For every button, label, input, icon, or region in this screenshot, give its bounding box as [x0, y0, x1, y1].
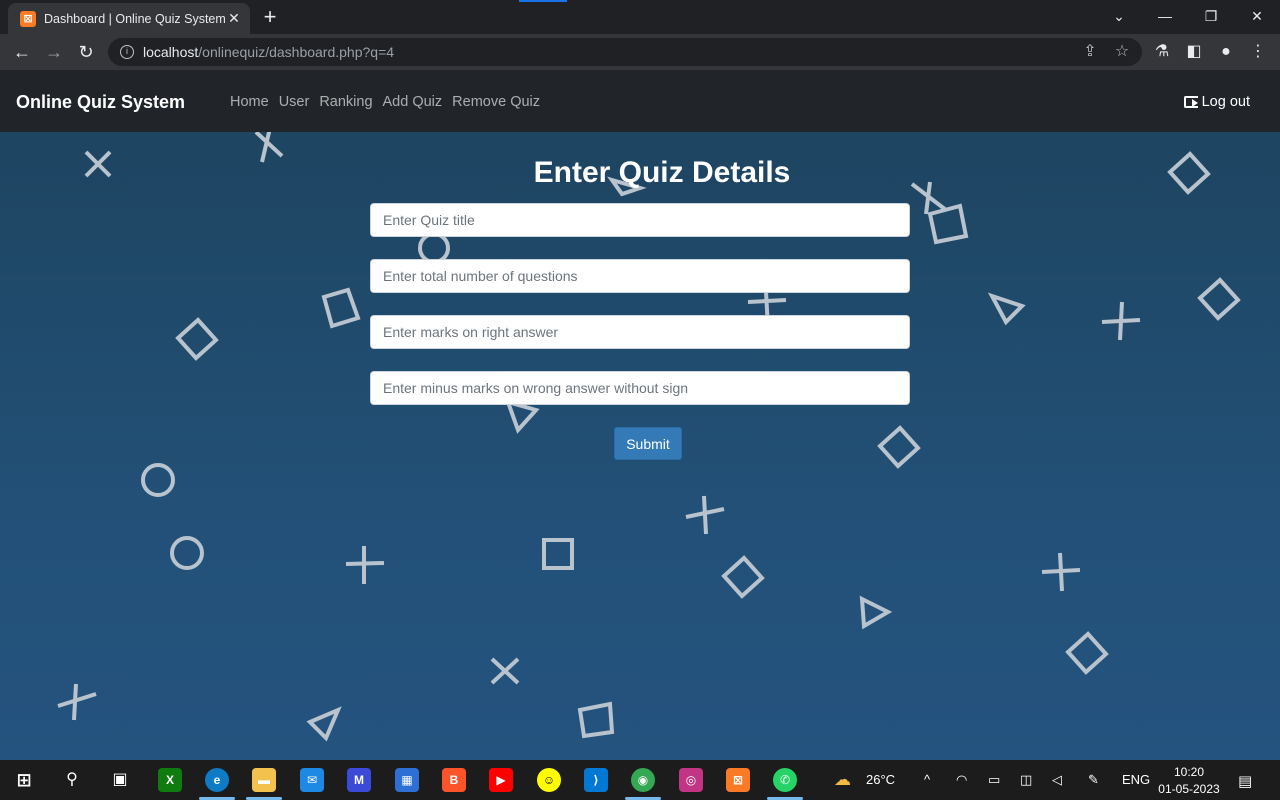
- back-icon[interactable]: ←: [10, 40, 34, 64]
- windows-taskbar: ⊞ ⚲ ▣ X e ▬ ✉ M ▦ B ▶ ☺ ⟩ ◉ ◎ ⊠ ✆ ☁ 26°C…: [0, 760, 1280, 800]
- nav-user[interactable]: User: [279, 94, 310, 110]
- new-tab-icon[interactable]: +: [258, 5, 282, 29]
- search-icon[interactable]: ⚲: [60, 768, 84, 792]
- submit-button[interactable]: Submit: [614, 427, 682, 460]
- microsoft-store-icon[interactable]: ▦: [395, 768, 419, 792]
- xampp-icon[interactable]: ⊠: [726, 768, 750, 792]
- tab-close-icon[interactable]: ✕: [226, 10, 242, 27]
- language-indicator[interactable]: ENG: [1122, 772, 1150, 787]
- weather-temp[interactable]: 26°C: [866, 772, 895, 787]
- browser-toolbar: ← → ↻ i localhost/onlinequiz/dashboard.p…: [0, 34, 1280, 70]
- main-content: Enter Quiz Details Submit: [0, 132, 1280, 760]
- bookmark-star-icon[interactable]: ☆: [1110, 40, 1134, 64]
- brand-title[interactable]: Online Quiz System: [16, 92, 185, 113]
- wrong-answer-marks-input[interactable]: [370, 371, 910, 405]
- profile-avatar-icon[interactable]: ●: [1214, 40, 1238, 64]
- minimize-icon[interactable]: —: [1150, 4, 1180, 28]
- instagram-icon[interactable]: ◎: [679, 768, 703, 792]
- app-navbar: Online Quiz System Home User Ranking Add…: [0, 70, 1280, 132]
- xampp-favicon-icon: ⊠: [20, 10, 36, 27]
- tab-strip-accent: [519, 0, 567, 2]
- nav-remove-quiz[interactable]: Remove Quiz: [452, 94, 540, 110]
- share-icon[interactable]: ⇪: [1078, 40, 1102, 64]
- labs-flask-icon[interactable]: ⚗: [1150, 40, 1174, 64]
- nav-ranking[interactable]: Ranking: [319, 94, 372, 110]
- windows-start-icon[interactable]: ⊞: [12, 768, 36, 792]
- logout-icon: [1183, 96, 1198, 108]
- right-answer-marks-input[interactable]: [370, 315, 910, 349]
- notifications-icon[interactable]: ▤: [1238, 772, 1252, 790]
- camera-icon[interactable]: ◫: [1020, 772, 1032, 788]
- weather-icon[interactable]: ☁: [834, 770, 851, 790]
- app-icon[interactable]: M: [347, 768, 371, 792]
- edge-icon[interactable]: e: [205, 768, 229, 792]
- menu-kebab-icon[interactable]: ⋮: [1246, 40, 1270, 64]
- logout-button[interactable]: Log out: [1183, 94, 1250, 110]
- clock-time: 10:20: [1173, 765, 1205, 779]
- forward-icon[interactable]: →: [42, 40, 66, 64]
- close-window-icon[interactable]: ✕: [1242, 4, 1272, 28]
- reload-icon[interactable]: ↻: [74, 40, 98, 64]
- chrome-dev-icon[interactable]: ◉: [631, 768, 655, 792]
- restore-icon[interactable]: ❐: [1196, 4, 1226, 28]
- clock[interactable]: 10:20 01-05-2023: [1154, 764, 1224, 798]
- form-title: Enter Quiz Details: [533, 156, 791, 189]
- show-hidden-icons-icon[interactable]: ^: [924, 772, 930, 787]
- clock-date: 01-05-2023: [1158, 782, 1220, 796]
- tab-title: Dashboard | Online Quiz System: [44, 11, 226, 26]
- logout-label: Log out: [1201, 94, 1250, 110]
- battery-icon[interactable]: ▭: [988, 772, 1000, 788]
- volume-icon[interactable]: ◁: [1052, 772, 1062, 788]
- nav-home[interactable]: Home: [230, 94, 269, 110]
- file-explorer-icon[interactable]: ▬: [252, 768, 276, 792]
- xbox-icon[interactable]: X: [158, 768, 182, 792]
- pen-icon[interactable]: ✎: [1088, 772, 1099, 788]
- network-icon[interactable]: ◠: [956, 772, 967, 788]
- url-host: localhost: [143, 44, 199, 60]
- brave-icon[interactable]: B: [442, 768, 466, 792]
- task-view-icon[interactable]: ▣: [108, 768, 132, 792]
- browser-tab-bar: ⊠ Dashboard | Online Quiz System ✕ + ⌄ —…: [0, 0, 1280, 34]
- site-info-icon[interactable]: i: [120, 45, 134, 59]
- youtube-icon[interactable]: ▶: [489, 768, 513, 792]
- nav-links: Home User Ranking Add Quiz Remove Quiz: [230, 94, 540, 110]
- address-bar[interactable]: i localhost/onlinequiz/dashboard.php?q=4: [108, 38, 1142, 66]
- total-questions-input[interactable]: [370, 259, 910, 293]
- vscode-icon[interactable]: ⟩: [584, 768, 608, 792]
- quiz-title-input[interactable]: [370, 203, 910, 237]
- nav-add-quiz[interactable]: Add Quiz: [383, 94, 443, 110]
- snapchat-icon[interactable]: ☺: [537, 768, 561, 792]
- url-path: /onlinequiz/dashboard.php?q=4: [198, 44, 395, 60]
- whatsapp-icon[interactable]: ✆: [773, 768, 797, 792]
- side-panel-icon[interactable]: ◧: [1182, 40, 1206, 64]
- browser-tab[interactable]: ⊠ Dashboard | Online Quiz System ✕: [8, 3, 250, 34]
- mail-icon[interactable]: ✉: [300, 768, 324, 792]
- tab-search-icon[interactable]: ⌄: [1104, 4, 1134, 28]
